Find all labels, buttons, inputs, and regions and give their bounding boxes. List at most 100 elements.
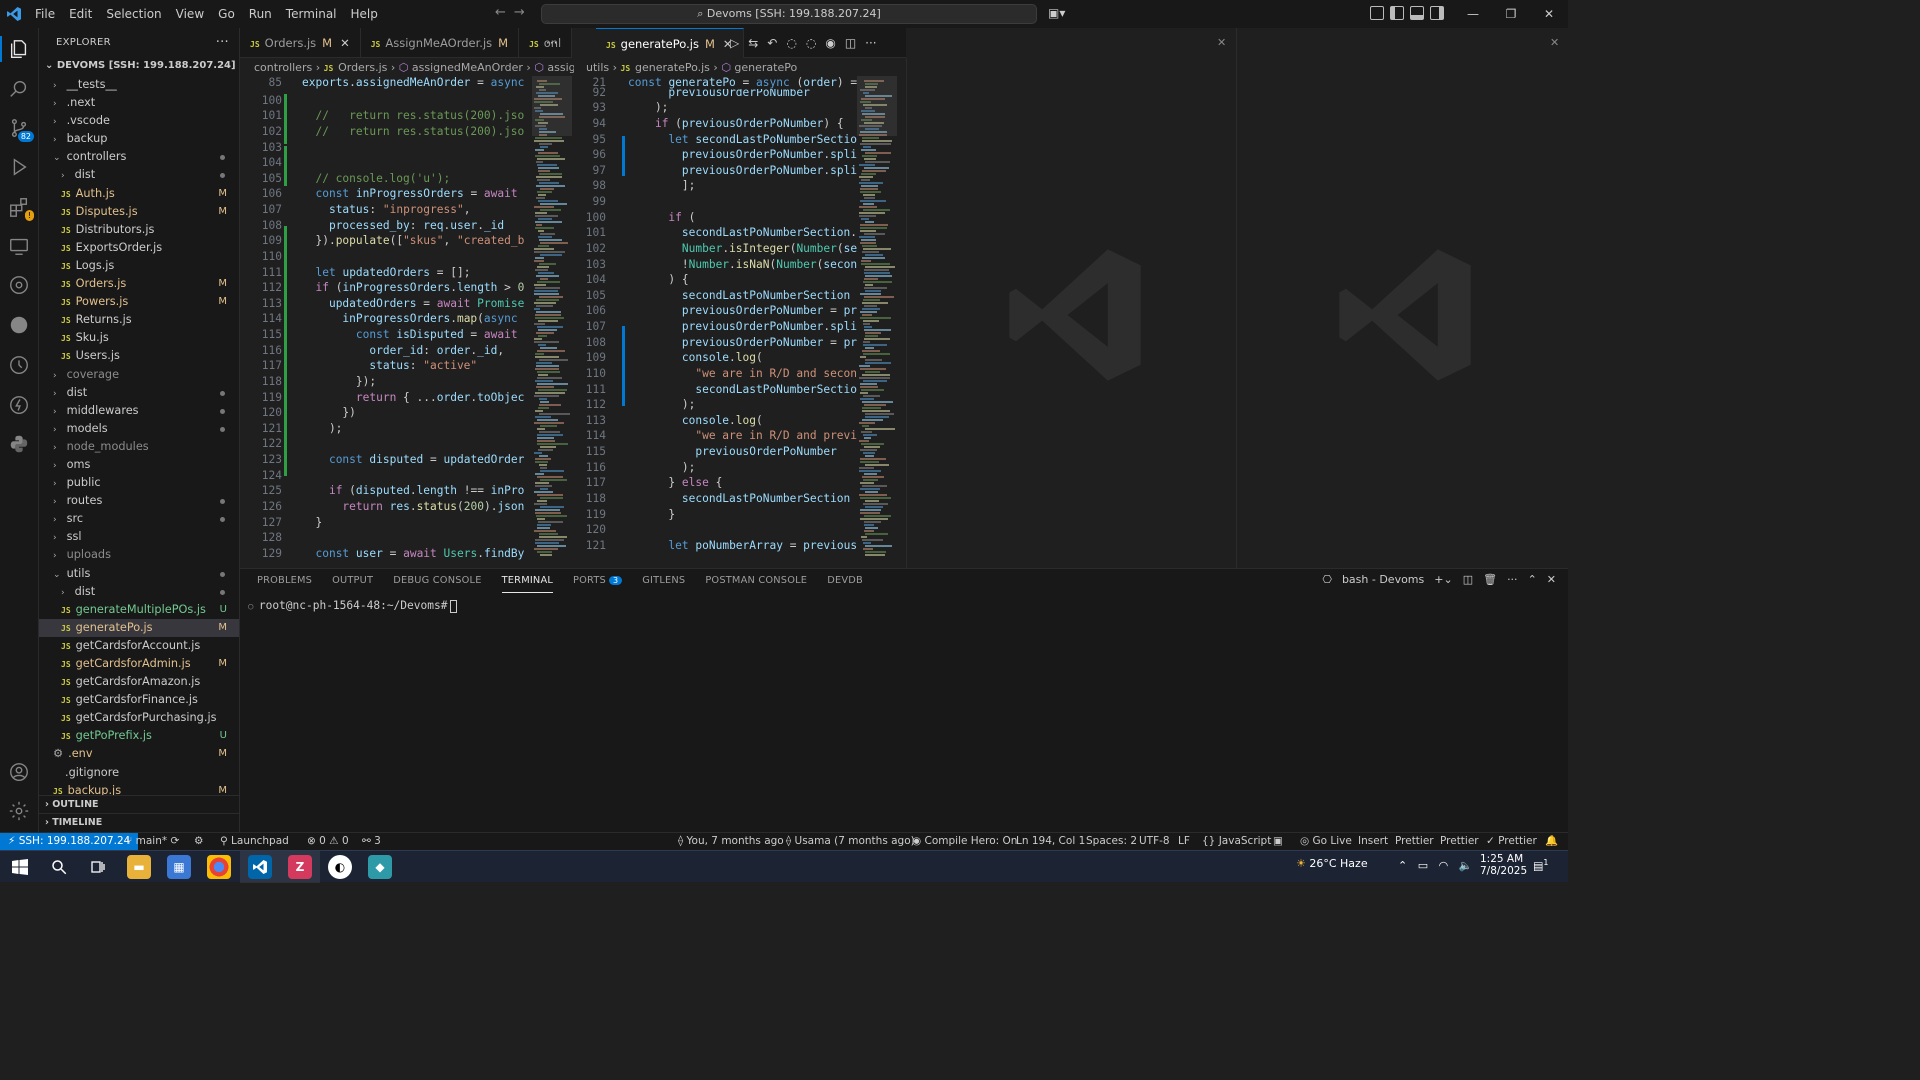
command-center[interactable]: ⌕ Devoms [SSH: 199.188.207.24] [541, 4, 1037, 24]
close-tab-icon[interactable]: ✕ [340, 36, 350, 50]
folder-item[interactable]: › .vscode [39, 112, 239, 130]
code-line[interactable]: "we are in R/D and secon [628, 367, 857, 380]
code-line[interactable]: } [628, 508, 675, 521]
copilot-status-icon[interactable]: ▣ [1273, 833, 1283, 850]
code-line[interactable]: if (inProgressOrders.length > 0 [302, 281, 524, 294]
author-indicator[interactable]: ⟠ Usama (7 months ago) [786, 833, 915, 850]
python-icon[interactable] [8, 433, 30, 455]
panel-tab-debug-console[interactable]: DEBUG CONSOLE [393, 569, 481, 593]
remote-explorer-icon[interactable] [8, 235, 30, 257]
file-item[interactable]: ⚙ .env M [39, 745, 239, 763]
store-icon[interactable]: ▦ [167, 855, 191, 879]
volume-icon[interactable]: 🔈 [1459, 859, 1473, 872]
panel-tab-problems[interactable]: PROBLEMS [257, 569, 312, 593]
code-line[interactable]: const inProgressOrders = await [302, 187, 524, 200]
compare-changes-icon[interactable]: ⇆ [748, 36, 758, 50]
go-live-button[interactable]: ◎ Go Live [1300, 833, 1352, 850]
ports-indicator[interactable]: ⚯ 3 [362, 833, 381, 850]
gitlens-status-icon[interactable]: ⚙ [194, 833, 203, 850]
code-line[interactable]: if (disputed.length !== inPro [302, 484, 524, 497]
account-icon[interactable] [8, 761, 30, 783]
timeline-blame-icon[interactable]: ◉ [825, 36, 835, 50]
sticky-scroll-line[interactable]: exports.assignedMeAnOrder = async ( [302, 76, 532, 89]
minimize-icon[interactable]: — [1454, 0, 1492, 28]
breadcrumb-item[interactable]: Orders.js [338, 61, 387, 74]
file-item[interactable]: JS generatePo.js M [39, 618, 239, 637]
file-item[interactable]: JS getCardsforAmazon.js [39, 673, 239, 691]
code-line[interactable]: }).populate(["skus", "created_b [302, 234, 524, 247]
tray-chevron-icon[interactable]: ⌃ [1398, 859, 1407, 872]
toggle-panel-icon[interactable] [1410, 6, 1424, 20]
left-more-icon[interactable]: ··· [546, 36, 557, 50]
notification-center-icon[interactable]: ▤1 [1533, 858, 1549, 873]
menu-item-edit[interactable]: Edit [62, 0, 99, 28]
close-window-icon[interactable]: ✕ [1530, 0, 1568, 28]
folder-item[interactable]: › __tests__ [39, 76, 239, 94]
task-view-icon[interactable] [86, 855, 110, 879]
code-line[interactable]: }) [302, 406, 355, 419]
file-explorer-icon[interactable]: ▬ [127, 855, 151, 879]
breadcrumb-item[interactable]: assigned [547, 61, 574, 74]
folder-item[interactable]: › ssl [39, 528, 239, 546]
right-code-editor[interactable]: 21const generatePo = async (order) =>92 … [572, 76, 857, 566]
next-change-icon[interactable]: ◌ [806, 36, 816, 50]
compile-hero-indicator[interactable]: ◉ Compile Hero: On [912, 833, 1017, 850]
menu-item-selection[interactable]: Selection [99, 0, 168, 28]
code-line[interactable]: return res.status(200).json [302, 500, 524, 513]
code-line[interactable]: if ( [628, 211, 695, 224]
folder-item[interactable]: › middlewares [39, 402, 239, 420]
file-item[interactable]: JS getCardsforAccount.js [39, 637, 239, 655]
file-item[interactable]: JS Distributors.js [39, 221, 239, 239]
terminal-output[interactable]: ○ root@nc-ph-1564-48:~/Devoms# [248, 599, 458, 613]
panel-tab-terminal[interactable]: TERMINAL [501, 569, 554, 593]
folder-item[interactable]: › dist [39, 384, 239, 402]
code-line[interactable]: // console.log('u'); [302, 172, 450, 185]
code-line[interactable]: previousOrderPoNumber.spli [628, 320, 857, 333]
code-line[interactable]: processed_by: req.user._id [302, 219, 504, 232]
new-terminal-icon[interactable]: +⌄ [1434, 573, 1452, 586]
wifi-icon[interactable]: ◠ [1439, 859, 1449, 872]
folder-item[interactable]: › dist [39, 166, 239, 184]
more-actions-icon[interactable]: ··· [1507, 573, 1518, 586]
code-line[interactable]: const user = await Users.findBy [302, 547, 524, 560]
close-panel-icon[interactable]: ✕ [1547, 573, 1556, 586]
menu-item-terminal[interactable]: Terminal [279, 0, 344, 28]
code-line[interactable]: order_id: order._id, [302, 344, 504, 357]
code-line[interactable]: previousOrderPoNumber = pr [628, 304, 857, 317]
code-line[interactable]: ); [628, 461, 695, 474]
end-of-line[interactable]: LF [1178, 833, 1190, 850]
code-line[interactable]: ]; [628, 179, 695, 192]
code-line[interactable]: } else { [628, 476, 722, 489]
code-line[interactable]: ) { [628, 273, 688, 286]
code-line[interactable]: const isDisputed = await [302, 328, 524, 341]
folder-item[interactable]: › routes [39, 492, 239, 510]
toggle-sidebar-icon[interactable] [1390, 6, 1404, 20]
windows-start-icon[interactable] [8, 855, 32, 879]
extensions-icon[interactable]: ! [8, 196, 34, 221]
minimap-slider[interactable] [532, 76, 572, 136]
breadcrumb-item[interactable]: utils [586, 61, 609, 74]
close-empty-group-icon[interactable]: ✕ [1217, 36, 1226, 49]
maximize-panel-icon[interactable]: ⌃ [1528, 573, 1537, 586]
file-item[interactable]: JS Orders.js M [39, 275, 239, 293]
code-line[interactable]: return { ...order.toObjec [302, 391, 524, 404]
folder-item[interactable]: ⌄ utils [39, 565, 239, 583]
menu-item-go[interactable]: Go [211, 0, 242, 28]
code-line[interactable]: inProgressOrders.map(async [302, 312, 524, 325]
back-arrow-icon[interactable]: ← [495, 5, 514, 20]
timeline-section[interactable]: › TIMELINE [39, 813, 239, 831]
breadcrumb-item[interactable]: controllers [254, 61, 312, 74]
launchpad-item[interactable]: ⚲ Launchpad [220, 833, 289, 850]
code-line[interactable]: let secondLastPoNumberSectio [628, 133, 857, 146]
editor-tab[interactable]: JS AssignMeAOrder.js M [361, 28, 520, 58]
folder-item[interactable]: › oms [39, 456, 239, 474]
left-code-editor[interactable]: 85 exports.assignedMeAnOrder = async (100… [240, 76, 532, 566]
panel-tab-gitlens[interactable]: GITLENS [642, 569, 685, 593]
menu-item-help[interactable]: Help [344, 0, 385, 28]
breadcrumb-item[interactable]: generatePo [734, 61, 797, 74]
code-line[interactable]: secondLastPoNumberSection [628, 492, 857, 505]
zoho-icon[interactable]: Z [288, 855, 312, 879]
thunder-client-icon[interactable] [8, 394, 30, 416]
branch-indicator[interactable]: ⑂ main* ⟳ [126, 833, 179, 850]
notifications-bell-icon[interactable]: 🔔 [1545, 833, 1558, 850]
